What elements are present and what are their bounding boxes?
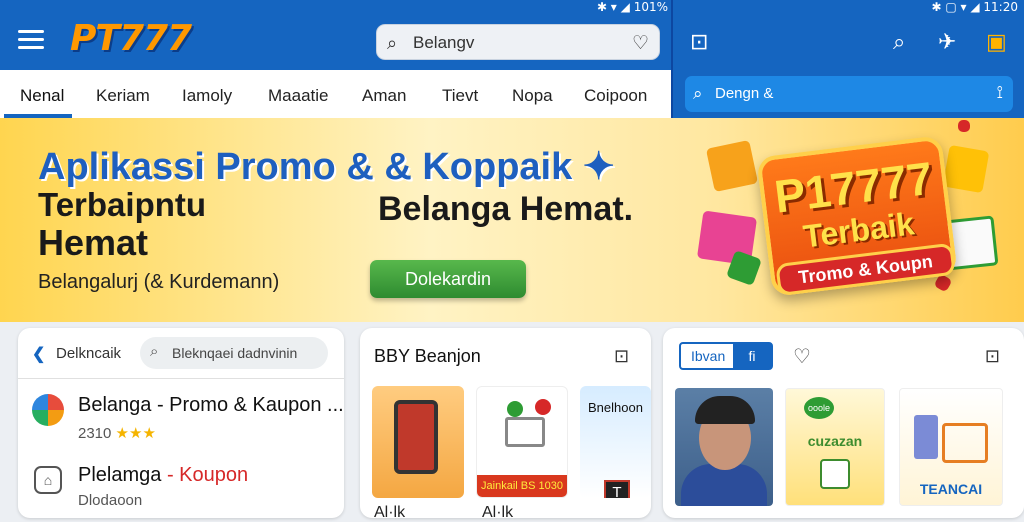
header-search-input[interactable]: ⌕ Belangv ♡ — [376, 24, 660, 60]
search-icon: ⌕ — [693, 84, 703, 103]
tab-0[interactable]: Nenal — [20, 86, 64, 106]
tab-2[interactable]: Iamoly — [182, 86, 232, 106]
back-label: Delkncaik — [56, 345, 122, 362]
search-icon: ⌕ — [150, 343, 159, 360]
app-rating: 2310 ★★★ — [78, 425, 156, 442]
right-search-input[interactable]: ⌕ Dengn & ⟟ — [685, 76, 1013, 112]
rating-stars-icon: ★★★ — [115, 425, 156, 442]
download-button[interactable]: Dolekardin — [370, 260, 526, 298]
search-results-card: ❮ Delkncaik ⌕ Bleknqaei dadnvinin Belang… — [18, 328, 344, 518]
promo-badge: P17777 Terbaik Tromo & Koupn — [756, 135, 958, 297]
thumbnail-icon: T — [604, 480, 630, 498]
bookmark-icon[interactable]: ⊡ — [985, 346, 1000, 367]
hamburger-menu-icon[interactable] — [18, 30, 44, 50]
confetti-icon — [958, 120, 970, 132]
category-tabs: Nenal Keriam Iamoly Maaatie Aman Tievt N… — [0, 70, 671, 118]
app-icon-outline: ⌂ — [34, 466, 62, 494]
heart-icon[interactable]: ♡ — [632, 32, 649, 55]
search-value: Belangv — [413, 33, 475, 52]
tab-7[interactable]: Coipoon — [584, 86, 647, 106]
app-logo: PT777 — [70, 18, 192, 59]
tab-6[interactable]: Nopa — [512, 86, 553, 106]
card-search-text: Bleknqaei dadnvinin — [172, 345, 298, 361]
promo-tile-3[interactable]: TEANCAI — [899, 388, 1003, 506]
banner-mid-text: Belanga Hemat. — [378, 190, 634, 228]
tab-4[interactable]: Aman — [362, 86, 406, 106]
banner-line2: Hemat — [38, 222, 149, 263]
banner-small-text: Belangalurj (& Kurdemann) — [38, 271, 280, 293]
cup-icon — [914, 415, 938, 459]
scan-icon[interactable]: ⊡ — [690, 30, 708, 55]
thumbnail-promo[interactable]: Bnelhoon T — [580, 386, 651, 498]
card-title: BBY Beanjon — [374, 346, 481, 366]
chip-label: Ibvan — [691, 348, 726, 364]
promo-tile-2[interactable]: ooole cuzazan — [785, 388, 885, 506]
bookmark-icon[interactable]: ⊡ — [614, 346, 629, 367]
back-arrow-icon[interactable]: ❮ — [32, 344, 45, 364]
status-bar-left: ✱ ▾ ◢ 101% — [596, 0, 668, 14]
tab-5[interactable]: Tievt — [442, 86, 478, 106]
notification-icon[interactable]: ✈ — [938, 30, 956, 55]
app-icon — [32, 394, 64, 426]
app-subtitle: Dlodaoon — [78, 492, 143, 509]
app-title[interactable]: Belanga - Promo & Kaupon ... — [78, 394, 344, 417]
promo-logo: ooole — [804, 397, 834, 419]
voice-icon[interactable]: ⟟ — [997, 83, 1003, 103]
banner-title: Aplikassi Promo & & Koppaik ✦ — [38, 146, 615, 188]
basket-icon — [942, 423, 988, 463]
filter-chip[interactable]: Ibvan fi — [679, 342, 773, 370]
thumbnail-label: Jainkail BS 1030 — [477, 475, 567, 497]
divider — [18, 378, 344, 379]
tab-1[interactable]: Keriam — [96, 86, 150, 106]
banner-line1: Terbaipntu — [38, 186, 207, 223]
sparkle-icon: ✦ — [582, 146, 615, 188]
receipt-icon — [820, 459, 850, 489]
item-caption: Al·lk — [482, 504, 514, 521]
cart-icon[interactable]: ▣ — [986, 30, 1007, 55]
status-bar-right: ✱ ▢ ▾ ◢ 11:20 — [931, 0, 1019, 14]
thumbnail-phone[interactable] — [372, 386, 464, 498]
promo-banner[interactable]: Aplikassi Promo & & Koppaik ✦ Terbaipntu… — [0, 118, 1024, 322]
app-title-2[interactable]: Plelamga - Koupon — [78, 464, 248, 487]
chip-icon: fi — [733, 344, 771, 368]
heart-icon[interactable]: ♡ — [793, 344, 811, 369]
thumbnail-text: Bnelhoon — [588, 400, 643, 415]
right-search-bar: ⌕ Dengn & ⟟ — [673, 70, 1024, 118]
person-photo[interactable] — [675, 388, 773, 506]
promo-text: cuzazan — [807, 433, 863, 449]
card-search-input[interactable]: ⌕ Bleknqaei dadnvinin — [140, 337, 328, 369]
tab-3[interactable]: Maaatie — [268, 86, 328, 106]
featured-card: Ibvan fi ♡ ⊡ ooole cuzazan TEANCAI — [663, 328, 1024, 518]
thumbnail-cart[interactable]: Jainkail BS 1030 — [476, 386, 568, 498]
item-caption: Al·lk — [374, 504, 406, 521]
promo-text: TEANCAI — [919, 481, 983, 497]
search-icon: ⌕ — [387, 33, 398, 53]
gift-icon — [705, 139, 759, 193]
cup-icon — [942, 144, 990, 194]
right-search-value: Dengn & — [715, 85, 774, 102]
recommendation-card: BBY Beanjon ⊡ Jainkail BS 1030 Bnelhoon … — [360, 328, 651, 521]
search-icon-right[interactable]: ⌕ — [893, 30, 905, 55]
